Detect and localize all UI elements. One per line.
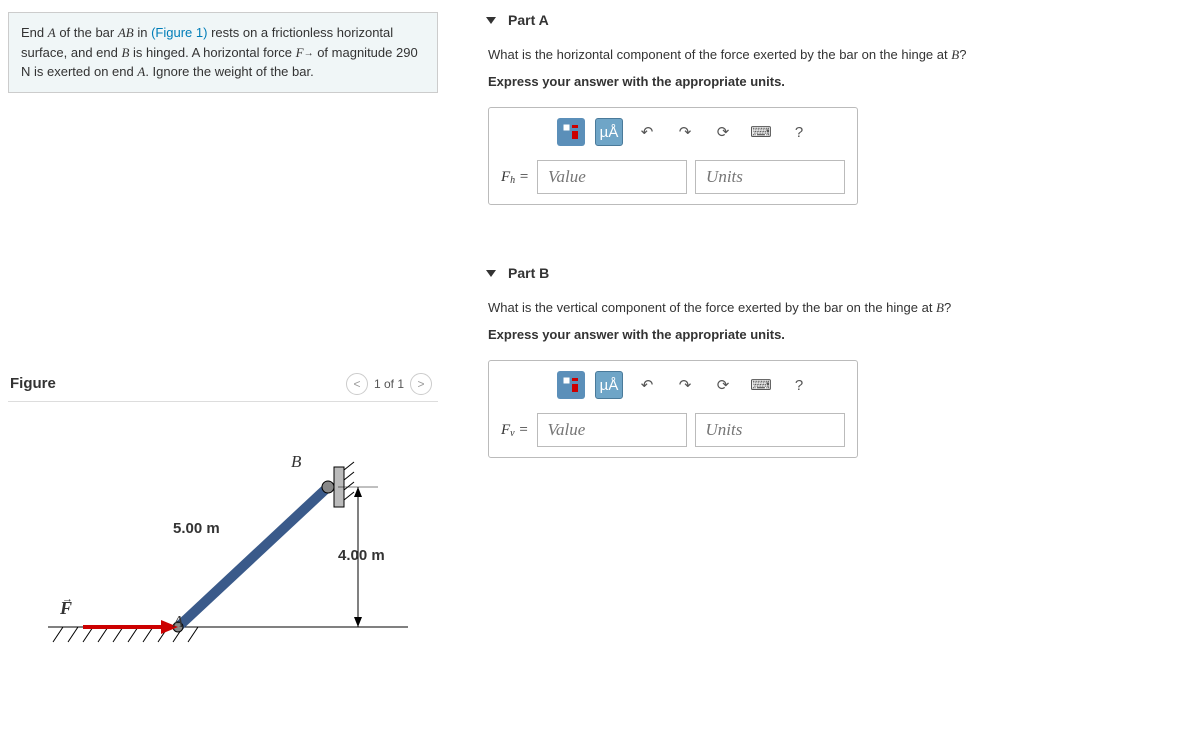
- figure-label-F: F→: [60, 598, 83, 619]
- template-icon[interactable]: [557, 371, 585, 399]
- collapse-icon[interactable]: [486, 270, 496, 277]
- undo-icon[interactable]: ↶: [633, 371, 661, 399]
- part-a-instruction: Express your answer with the appropriate…: [488, 74, 1192, 89]
- part-a-question: What is the horizontal component of the …: [488, 46, 1192, 64]
- part-b-section: Part B What is the vertical component of…: [486, 265, 1192, 458]
- figure-count: 1 of 1: [374, 377, 404, 391]
- figure-label-A: A: [173, 612, 183, 632]
- figure-header: Figure < 1 of 1 >: [8, 373, 438, 402]
- keyboard-icon[interactable]: ⌨: [747, 118, 775, 146]
- keyboard-icon[interactable]: ⌨: [747, 371, 775, 399]
- part-b-units-input[interactable]: [695, 413, 845, 447]
- part-b-instruction: Express your answer with the appropriate…: [488, 327, 1192, 342]
- figure-label-length: 5.00 m: [173, 520, 220, 537]
- units-icon[interactable]: µÅ: [595, 118, 623, 146]
- units-icon[interactable]: µÅ: [595, 371, 623, 399]
- figure-label-height: 4.00 m: [338, 547, 385, 564]
- template-icon[interactable]: [557, 118, 585, 146]
- redo-icon[interactable]: ↷: [671, 118, 699, 146]
- force-vector-symbol: F→: [296, 45, 314, 60]
- part-b-question: What is the vertical component of the fo…: [488, 299, 1192, 317]
- problem-statement: End A of the bar AB in (Figure 1) rests …: [8, 12, 438, 93]
- help-icon[interactable]: ?: [785, 371, 813, 399]
- figure-link[interactable]: (Figure 1): [151, 25, 207, 40]
- collapse-icon[interactable]: [486, 17, 496, 24]
- figure-prev-button[interactable]: <: [346, 373, 368, 395]
- undo-icon[interactable]: ↶: [633, 118, 661, 146]
- part-a-value-input[interactable]: [537, 160, 687, 194]
- part-a-section: Part A What is the horizontal component …: [486, 12, 1192, 205]
- part-a-answer-box: µÅ ↶ ↷ ⟳ ⌨ ? Fh =: [488, 107, 858, 205]
- redo-icon[interactable]: ↷: [671, 371, 699, 399]
- part-b-title: Part B: [508, 265, 549, 281]
- figure-diagram: B A 5.00 m 4.00 m F→: [8, 402, 438, 652]
- part-a-title: Part A: [508, 12, 549, 28]
- figure-label-B: B: [291, 452, 301, 472]
- part-a-variable: Fh =: [501, 169, 529, 186]
- figure-title: Figure: [10, 375, 56, 392]
- figure-next-button[interactable]: >: [410, 373, 432, 395]
- part-b-variable: Fv =: [501, 422, 529, 439]
- part-b-answer-box: µÅ ↶ ↷ ⟳ ⌨ ? Fv =: [488, 360, 858, 458]
- part-b-value-input[interactable]: [537, 413, 687, 447]
- reset-icon[interactable]: ⟳: [709, 371, 737, 399]
- help-icon[interactable]: ?: [785, 118, 813, 146]
- part-a-units-input[interactable]: [695, 160, 845, 194]
- reset-icon[interactable]: ⟳: [709, 118, 737, 146]
